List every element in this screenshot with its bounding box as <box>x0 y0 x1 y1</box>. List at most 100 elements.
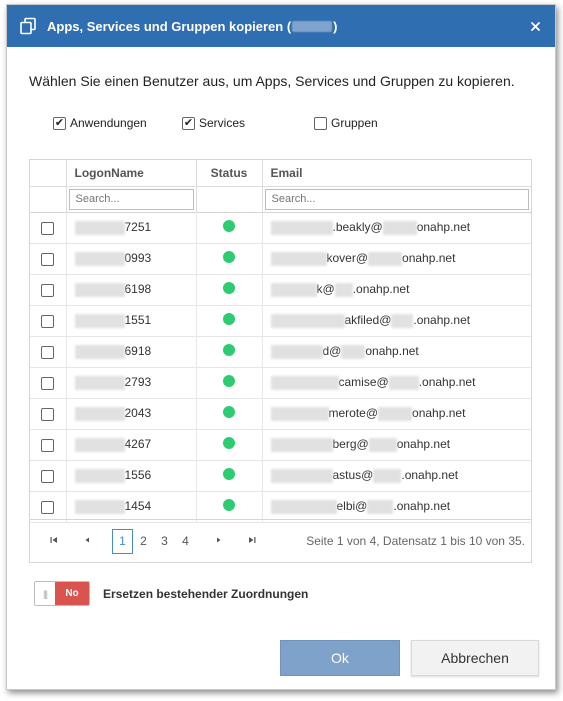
email-domain: .onahp.net <box>393 499 451 514</box>
copy-dialog: Apps, Services und Gruppen kopieren () W… <box>6 4 556 690</box>
option-services[interactable]: ✔ Services <box>182 116 314 130</box>
status-cell <box>196 367 263 399</box>
ok-button[interactable]: Ok <box>280 640 400 676</box>
first-page-icon <box>50 537 57 543</box>
grid-header-row: LogonName Status Email <box>30 160 531 187</box>
redacted-logon-prefix <box>74 313 125 328</box>
instruction-text: Wählen Sie einen Benutzer aus, um Apps, … <box>29 73 515 89</box>
row-checkbox[interactable] <box>41 438 55 452</box>
pager-info: Seite 1 von 4, Datensatz 1 bis 10 von 35… <box>306 534 525 548</box>
status-online-icon <box>223 251 235 263</box>
replace-toggle-group: ||| No Ersetzen bestehender Zuordnungen <box>34 581 308 606</box>
row-checkbox[interactable] <box>41 407 55 421</box>
redacted-email-prefix <box>270 282 317 297</box>
table-row[interactable]: 2793 camise@ .onahp.net <box>30 367 531 399</box>
page-4-button[interactable]: 4 <box>175 534 196 548</box>
redacted-email-domain <box>388 375 419 390</box>
redacted-email-domain <box>368 437 397 452</box>
copy-options: ✔ Anwendungen ✔ Services Gruppen <box>53 116 378 130</box>
logonname-cell: 6198 <box>66 274 197 306</box>
page-2-button[interactable]: 2 <box>133 534 154 548</box>
row-checkbox[interactable] <box>41 221 55 235</box>
email-cell: camise@ .onahp.net <box>262 367 531 399</box>
logonname-cell: 2793 <box>66 367 197 399</box>
previous-page-button[interactable] <box>77 536 97 546</box>
replace-toggle-label: Ersetzen bestehender Zuordnungen <box>103 586 309 601</box>
status-cell <box>196 243 263 275</box>
logon-suffix: 1551 <box>124 313 152 328</box>
close-icon <box>530 22 540 31</box>
grid-body: 7251 .beakly@ onahp.net 0993 kover@ onahp.net… <box>30 212 531 523</box>
table-row[interactable]: 1551 akfiled@ .onahp.net <box>30 305 531 337</box>
row-checkbox[interactable] <box>41 314 55 328</box>
logonname-cell: 7251 <box>66 212 197 244</box>
row-checkbox[interactable] <box>41 345 55 359</box>
redacted-logon-prefix <box>74 375 125 390</box>
table-row[interactable]: 0993 kover@ onahp.net <box>30 243 531 275</box>
table-row[interactable]: 6198 k@ .onahp.net <box>30 274 531 306</box>
redacted-user-name <box>292 20 333 32</box>
email-cell: kover@ onahp.net <box>262 243 531 275</box>
table-row[interactable]: 7251 .beakly@ onahp.net <box>30 212 531 244</box>
row-checkbox[interactable] <box>41 500 55 514</box>
logon-suffix: 1556 <box>124 468 152 483</box>
row-checkbox[interactable] <box>41 376 55 390</box>
redacted-email-domain <box>373 468 402 483</box>
redacted-email-domain <box>341 344 366 359</box>
logonname-search-input[interactable] <box>68 188 194 210</box>
email-local-suffix: merote@ <box>328 406 379 421</box>
page-numbers: 1 2 3 4 <box>112 528 196 554</box>
status-online-icon <box>223 375 235 387</box>
user-grid: LogonName Status Email 7251 .beakly@ onahp… <box>29 159 532 563</box>
status-online-icon <box>223 220 235 232</box>
logon-suffix: 6918 <box>124 344 152 359</box>
email-search-input[interactable] <box>264 188 529 210</box>
toggle-knob-icon: ||| <box>35 582 55 605</box>
email-cell: d@ onahp.net <box>262 336 531 368</box>
redacted-email-domain <box>391 313 414 328</box>
status-cell <box>196 429 263 461</box>
table-row[interactable]: 4267 berg@ onahp.net <box>30 429 531 461</box>
redacted-logon-prefix <box>74 282 125 297</box>
table-row[interactable]: 6918 d@ onahp.net <box>30 336 531 368</box>
email-domain: onahp.net <box>365 344 419 359</box>
table-row[interactable]: 1556 astus@ .onahp.net <box>30 460 531 492</box>
table-row[interactable]: 2043 merote@ onahp.net <box>30 398 531 430</box>
logon-suffix: 1454 <box>124 499 152 514</box>
page-1-button[interactable]: 1 <box>112 528 133 554</box>
redacted-email-prefix <box>270 406 329 421</box>
option-anwendungen[interactable]: ✔ Anwendungen <box>53 116 182 130</box>
logonname-cell: 4267 <box>66 429 197 461</box>
last-page-button[interactable] <box>242 536 262 546</box>
logonname-cell: 2043 <box>66 398 197 430</box>
logon-suffix: 4267 <box>124 437 152 452</box>
email-cell: k@ .onahp.net <box>262 274 531 306</box>
table-row[interactable]: 1454 elbi@ .onahp.net <box>30 491 531 523</box>
gruppen-checkbox[interactable] <box>314 116 327 130</box>
row-select-cell <box>30 336 67 368</box>
option-gruppen[interactable]: Gruppen <box>314 116 378 130</box>
cancel-button[interactable]: Abbrechen <box>411 640 539 676</box>
row-checkbox[interactable] <box>41 283 55 297</box>
email-filter-cell <box>262 186 531 213</box>
email-local-suffix: .beakly@ <box>332 220 383 235</box>
next-page-icon <box>217 537 221 543</box>
services-checkbox[interactable]: ✔ <box>182 116 195 130</box>
email-domain: onahp.net <box>412 406 466 421</box>
next-page-button[interactable] <box>209 536 229 546</box>
close-button[interactable] <box>525 18 545 34</box>
page-3-button[interactable]: 3 <box>154 534 175 548</box>
logonname-column-header[interactable]: LogonName <box>66 160 197 187</box>
anwendungen-label: Anwendungen <box>70 116 147 130</box>
select-filter-cell <box>30 186 67 213</box>
anwendungen-checkbox[interactable]: ✔ <box>53 116 66 130</box>
status-column-header[interactable]: Status <box>196 160 263 187</box>
services-label: Services <box>199 116 246 130</box>
status-online-icon <box>223 344 235 356</box>
row-checkbox[interactable] <box>41 469 55 483</box>
row-checkbox[interactable] <box>41 252 55 266</box>
email-column-header[interactable]: Email <box>262 160 531 187</box>
redacted-email-domain <box>367 499 394 514</box>
replace-toggle[interactable]: ||| No <box>34 581 90 606</box>
first-page-button[interactable] <box>44 536 64 546</box>
